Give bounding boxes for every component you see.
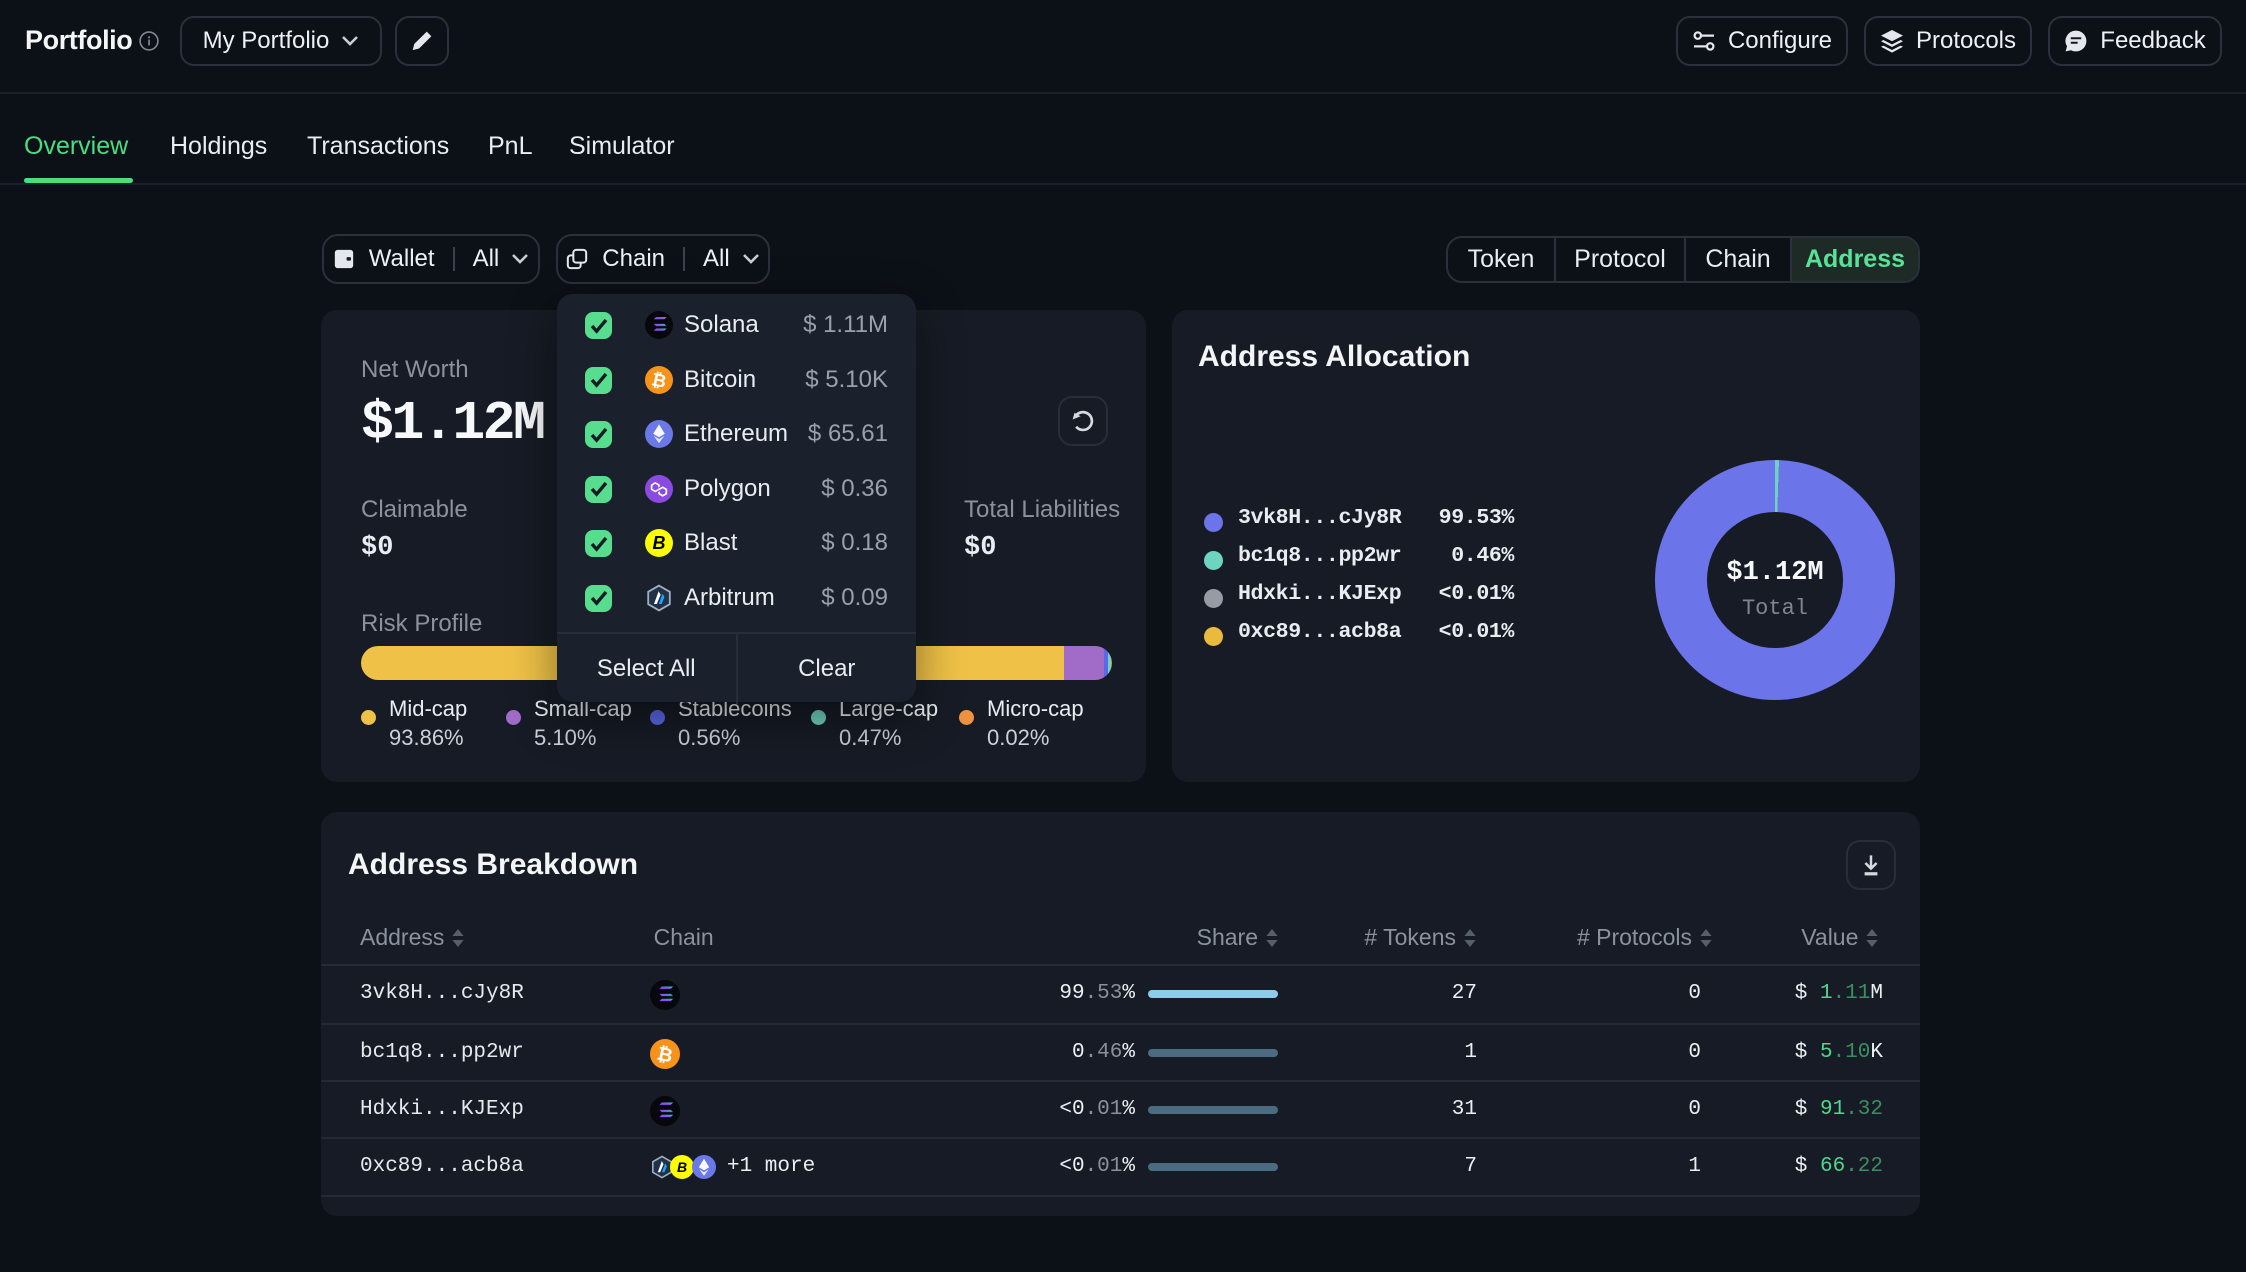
svg-text:B: B xyxy=(653,533,666,553)
svg-text:B: B xyxy=(677,1159,687,1175)
